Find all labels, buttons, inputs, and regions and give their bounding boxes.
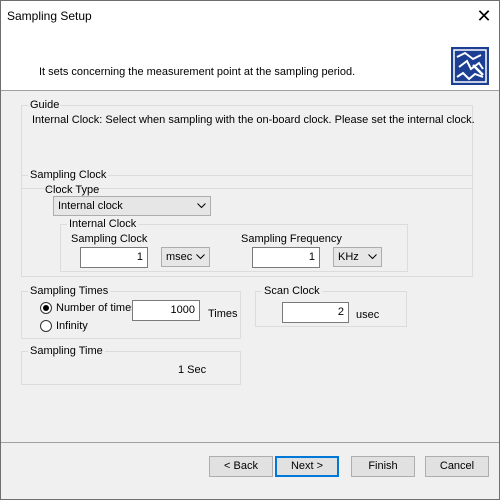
number-of-times-input[interactable]: 1000	[132, 300, 200, 321]
internal-clock-label: Internal Clock	[67, 218, 139, 231]
sampling-time-group: Sampling Time 1 Sec	[21, 345, 241, 385]
radio-checked-icon	[40, 302, 52, 314]
sampling-frequency-label: Sampling Frequency	[241, 233, 342, 245]
infinity-label: Infinity	[56, 320, 88, 332]
header-description: It sets concerning the measurement point…	[39, 66, 356, 78]
title-bar: Sampling Setup ✕	[1, 1, 499, 31]
sampling-frequency-unit-value: KHz	[338, 251, 359, 263]
chevron-down-icon	[195, 248, 205, 266]
clock-type-select[interactable]: Internal clock	[53, 196, 211, 216]
close-icon: ✕	[476, 5, 492, 26]
times-unit: Times	[208, 308, 238, 320]
scan-clock-group: Scan Clock 2 usec	[255, 285, 407, 327]
scan-clock-input[interactable]: 2	[282, 302, 349, 323]
number-of-times-label: Number of times	[56, 302, 137, 314]
sampling-frequency-unit-select[interactable]: KHz	[333, 247, 382, 267]
guide-label: Guide	[28, 99, 62, 112]
chevron-down-icon	[196, 197, 206, 215]
sampling-clock-unit-value: msec	[166, 251, 193, 263]
sampling-times-group: Sampling Times Number of times Infinity …	[21, 285, 241, 339]
sampling-clock-label: Sampling Clock	[28, 169, 109, 182]
header-panel: It sets concerning the measurement point…	[1, 31, 499, 91]
close-button[interactable]: ✕	[469, 1, 499, 31]
window-title: Sampling Setup	[7, 9, 92, 23]
footer-divider	[1, 442, 499, 443]
sampling-frequency-input[interactable]: 1	[252, 247, 320, 268]
sampling-time-value: 1 Sec	[178, 364, 207, 376]
infinity-radio[interactable]: Infinity	[40, 320, 88, 332]
finish-button[interactable]: Finish	[351, 456, 415, 477]
clock-type-value: Internal clock	[58, 200, 123, 212]
sampling-logo-icon	[451, 47, 489, 85]
sampling-time-label: Sampling Time	[28, 345, 105, 358]
sampling-clock-input[interactable]: 1	[80, 247, 148, 268]
cancel-button[interactable]: Cancel	[425, 456, 489, 477]
next-button[interactable]: Next >	[275, 456, 339, 477]
sampling-clock-unit-select[interactable]: msec	[161, 247, 210, 267]
guide-text: Internal Clock: Select when sampling wit…	[32, 114, 475, 126]
internal-clock-group: Internal Clock Sampling Clock 1 msec Sam…	[60, 218, 408, 272]
scan-clock-unit: usec	[356, 309, 380, 321]
sampling-clock-field-label: Sampling Clock	[71, 233, 148, 245]
clock-type-label: Clock Type	[45, 184, 100, 196]
radio-unchecked-icon	[40, 320, 52, 332]
sampling-clock-group: Sampling Clock Clock Type Internal clock…	[21, 169, 473, 277]
sampling-times-label: Sampling Times	[28, 285, 111, 298]
chevron-down-icon	[367, 248, 377, 266]
back-button[interactable]: < Back	[209, 456, 273, 477]
number-of-times-radio[interactable]: Number of times	[40, 302, 137, 314]
scan-clock-label: Scan Clock	[262, 285, 322, 298]
sampling-setup-dialog: Sampling Setup ✕ It sets concerning the …	[0, 0, 500, 500]
